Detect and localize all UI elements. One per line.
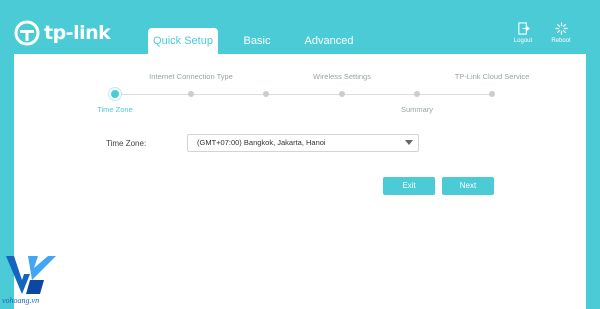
chevron-down-icon [405, 140, 413, 145]
tab-basic[interactable]: Basic [232, 28, 282, 54]
reboot-icon [554, 22, 568, 35]
step-dot-3 [263, 91, 269, 97]
step-label-summary: Summary [400, 105, 434, 114]
step-dot-tp-link-cloud-service [489, 91, 495, 97]
exit-button[interactable]: Exit [383, 177, 435, 195]
time-zone-value: (GMT+07:00) Bangkok, Jakarta, Hanoi [197, 138, 326, 147]
brand-name: tp-link [44, 22, 111, 44]
step-dot-wireless-settings [339, 91, 345, 97]
reboot-button[interactable]: Reboot [548, 22, 574, 44]
watermark-text: vohoang.vn [2, 296, 40, 305]
reboot-label: Reboot [551, 38, 571, 44]
logout-label: Logout [513, 38, 533, 44]
time-zone-label: Time Zone: [106, 139, 147, 148]
tab-advanced[interactable]: Advanced [298, 28, 360, 54]
step-label-internet-connection-type: Internet Connection Type [149, 72, 233, 81]
logout-button[interactable]: Logout [510, 22, 536, 44]
header-actions: Logout Reboot [510, 22, 574, 44]
time-zone-select[interactable]: (GMT+07:00) Bangkok, Jakarta, Hanoi [187, 134, 419, 152]
next-button[interactable]: Next [442, 177, 494, 195]
brand-logo: tp-link [14, 20, 111, 46]
step-label-tp-link-cloud-service: TP-Link Cloud Service [454, 72, 530, 81]
tab-quick-setup[interactable]: Quick Setup [148, 28, 218, 54]
main-panel: Time Zone Internet Connection Type Wirel… [14, 54, 586, 309]
logout-icon [517, 22, 530, 35]
step-label-wireless-settings: Wireless Settings [313, 72, 371, 81]
step-dot-time-zone [111, 90, 119, 98]
step-label-time-zone: Time Zone [97, 105, 133, 114]
step-dot-summary [414, 91, 420, 97]
stepper-track [115, 94, 492, 95]
step-dot-internet-connection-type [188, 91, 194, 97]
tp-link-logo-icon [14, 20, 40, 46]
